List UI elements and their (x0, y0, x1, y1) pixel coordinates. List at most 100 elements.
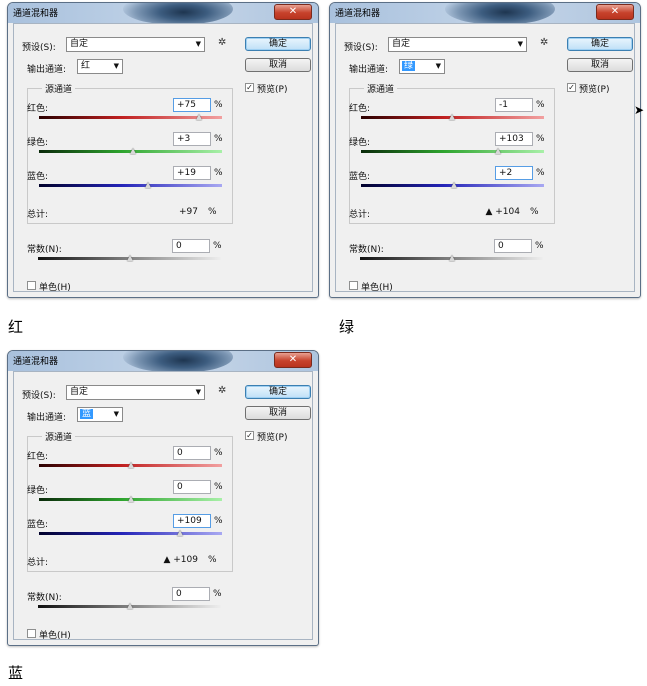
constant-slider-thumb[interactable] (126, 255, 133, 261)
preview-checkbox[interactable]: ✓ (567, 83, 576, 92)
blue-slider-thumb[interactable] (176, 530, 183, 536)
constant-slider-track[interactable] (38, 603, 221, 609)
preview-checkbox[interactable]: ✓ (245, 431, 254, 440)
blue-slider-track[interactable] (361, 182, 544, 188)
blue-slider-thumb[interactable] (144, 182, 151, 188)
dialog-client-area: 预设(S): 自定 ▼ ✲ 确定 取消 ✓ 预览(P) 输出通道: 绿 ▼ 源通… (335, 23, 635, 293)
red-slider-thumb[interactable] (448, 114, 455, 120)
monochrome-label[interactable]: 单色(H) (39, 628, 71, 641)
red-percent: % (214, 100, 223, 110)
preview-label[interactable]: 预览(P) (257, 82, 287, 95)
title-bar-eye-image (123, 3, 233, 25)
output-channel-dropdown[interactable]: 红 ▼ (77, 59, 123, 74)
ok-button[interactable]: 确定 (245, 385, 311, 399)
green-input[interactable]: 0 (173, 480, 211, 494)
total-value-wrap: +97 (158, 207, 198, 217)
constant-slider-thumb[interactable] (126, 603, 133, 609)
gear-icon[interactable]: ✲ (540, 37, 548, 48)
preset-label: 预设(S): (22, 391, 56, 401)
monochrome-label[interactable]: 单色(H) (39, 280, 71, 293)
red-slider-thumb[interactable] (127, 462, 134, 468)
preset-value: 自定 (70, 387, 89, 397)
blue-slider-thumb[interactable] (451, 182, 458, 188)
constant-slider-track[interactable] (38, 255, 221, 261)
total-value-wrap: ▲ +109 (158, 555, 198, 565)
close-button[interactable]: ✕ (274, 4, 312, 20)
blue-input[interactable]: +19 (173, 166, 211, 180)
green-percent: % (214, 482, 223, 492)
output-channel-label: 输出通道: (349, 65, 389, 75)
gear-icon[interactable]: ✲ (218, 385, 226, 396)
monochrome-checkbox[interactable] (349, 281, 358, 290)
cancel-button[interactable]: 取消 (567, 58, 633, 72)
blue-percent: % (214, 516, 223, 526)
blue-label: 蓝色: (349, 172, 371, 182)
monochrome-checkbox[interactable] (27, 281, 36, 290)
close-button[interactable]: ✕ (596, 4, 634, 20)
green-label: 绿色: (27, 138, 49, 148)
preview-label[interactable]: 预览(P) (257, 430, 287, 443)
total-percent: % (208, 207, 217, 217)
green-slider-thumb[interactable] (127, 496, 134, 502)
constant-percent: % (213, 241, 222, 251)
red-input[interactable]: -1 (495, 98, 533, 112)
close-button[interactable]: ✕ (274, 352, 312, 368)
red-slider-track[interactable] (39, 462, 222, 468)
red-slider-thumb[interactable] (196, 114, 203, 120)
preset-value: 自定 (70, 39, 89, 49)
cancel-button[interactable]: 取消 (245, 406, 311, 420)
green-slider-thumb[interactable] (495, 148, 502, 154)
output-channel-dropdown[interactable]: 蓝 ▼ (77, 407, 123, 422)
cancel-button[interactable]: 取消 (245, 58, 311, 72)
preset-dropdown[interactable]: 自定 ▼ (388, 37, 527, 52)
dialog-client-area: 预设(S): 自定 ▼ ✲ 确定 取消 ✓ 预览(P) 输出通道: 蓝 ▼ 源通… (13, 371, 313, 641)
green-percent: % (536, 134, 545, 144)
gear-icon[interactable]: ✲ (218, 37, 226, 48)
constant-input[interactable]: 0 (494, 239, 532, 253)
ok-button[interactable]: 确定 (567, 37, 633, 51)
warning-icon: ▲ (485, 207, 493, 217)
caption-red: 红 (8, 318, 24, 336)
title-bar[interactable]: 通道混和器 ✕ (8, 351, 318, 373)
blue-percent: % (536, 168, 545, 178)
arrow-cursor-icon: ➤ (634, 103, 645, 117)
total-value: +104 (495, 207, 520, 217)
preset-dropdown[interactable]: 自定 ▼ (66, 37, 205, 52)
title-bar[interactable]: 通道混和器 ✕ (8, 3, 318, 25)
green-input[interactable]: +103 (495, 132, 533, 146)
blue-input[interactable]: +109 (173, 514, 211, 528)
red-slider-track[interactable] (361, 114, 544, 120)
monochrome-label[interactable]: 单色(H) (361, 280, 393, 293)
preset-dropdown[interactable]: 自定 ▼ (66, 385, 205, 400)
constant-input[interactable]: 0 (172, 587, 210, 601)
blue-label: 蓝色: (27, 172, 49, 182)
constant-slider-track[interactable] (360, 255, 543, 261)
title-bar[interactable]: 通道混和器 ✕ (330, 3, 640, 25)
blue-slider-track[interactable] (39, 182, 222, 188)
output-channel-label: 输出通道: (27, 413, 67, 423)
green-input[interactable]: +3 (173, 132, 211, 146)
output-channel-dropdown[interactable]: 绿 ▼ (399, 59, 445, 74)
red-slider-track[interactable] (39, 114, 222, 120)
preview-label[interactable]: 预览(P) (579, 82, 609, 95)
monochrome-checkbox[interactable] (27, 629, 36, 638)
green-slider-track[interactable] (39, 496, 222, 502)
ok-button[interactable]: 确定 (245, 37, 311, 51)
preview-checkbox[interactable]: ✓ (245, 83, 254, 92)
green-slider-track[interactable] (39, 148, 222, 154)
constant-slider-thumb[interactable] (448, 255, 455, 261)
blue-slider-track[interactable] (39, 530, 222, 536)
dialog-client-area: 预设(S): 自定 ▼ ✲ 确定 取消 ✓ 预览(P) 输出通道: 红 ▼ 源通… (13, 23, 313, 293)
red-input[interactable]: 0 (173, 446, 211, 460)
total-value: +97 (179, 207, 198, 217)
constant-label: 常数(N): (27, 593, 62, 603)
green-slider-thumb[interactable] (130, 148, 137, 154)
blue-input[interactable]: +2 (495, 166, 533, 180)
constant-input[interactable]: 0 (172, 239, 210, 253)
green-percent: % (214, 134, 223, 144)
red-input[interactable]: +75 (173, 98, 211, 112)
green-slider-track[interactable] (361, 148, 544, 154)
dialog-title: 通道混和器 (13, 357, 59, 367)
total-label: 总计: (349, 210, 371, 220)
blue-label: 蓝色: (27, 520, 49, 530)
